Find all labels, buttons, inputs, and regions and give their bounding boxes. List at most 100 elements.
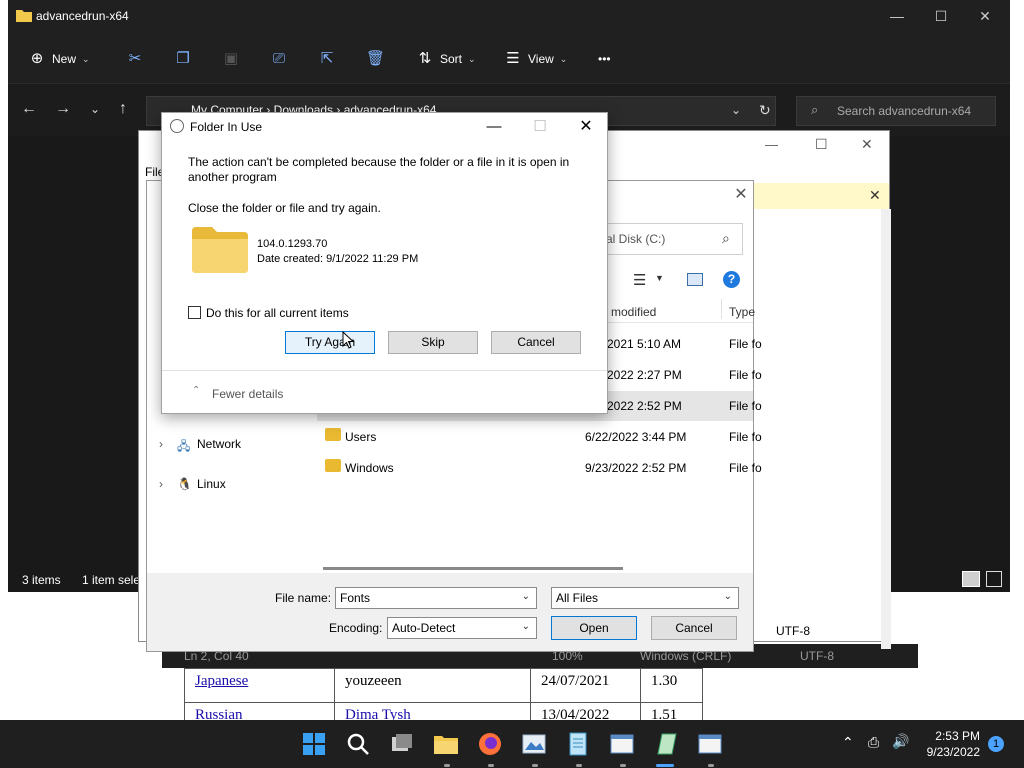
share-button[interactable]: ⇱ [318, 46, 336, 72]
tree-item-network[interactable]: › 🖧 Network [155, 433, 305, 457]
sort-icon: ⇅ [418, 50, 432, 67]
apply-all-label: Do this for all current items [206, 306, 349, 320]
divider [162, 370, 607, 371]
encoding-label: Encoding: [329, 621, 383, 635]
view-label: View [528, 52, 554, 66]
sort-button[interactable]: ⇅ Sort ⌄ [416, 46, 476, 72]
folder-name: 104.0.1293.70 [257, 238, 328, 250]
image-viewer-icon[interactable] [518, 728, 550, 760]
notification-badge[interactable]: 1 [988, 736, 1004, 752]
maximize-button[interactable]: ☐ [815, 136, 828, 153]
column-divider [721, 299, 722, 319]
filename-label: File name: [275, 591, 332, 605]
windows-start-icon[interactable] [298, 728, 330, 760]
tiles-view-icon[interactable] [986, 571, 1002, 587]
cut-button[interactable]: ✂ [126, 46, 144, 72]
chevron-up-icon[interactable]: ⌃ [842, 734, 854, 751]
list-item[interactable]: Windows 9/23/2022 2:52 PM File fo [321, 453, 762, 483]
encoding-select[interactable]: Auto-Detect ⌄ [387, 617, 537, 639]
rename-icon: ⎚ [272, 50, 285, 67]
help-icon[interactable]: ? [723, 271, 740, 288]
sort-label: Sort [440, 52, 463, 66]
copy-button[interactable]: ❐ [174, 46, 192, 72]
minimize-button[interactable]: — [482, 117, 506, 137]
volume-icon[interactable]: 🔊 [892, 733, 909, 750]
folder-icon [325, 459, 341, 472]
new-button[interactable]: ⊕ New ⌄ [28, 46, 90, 72]
apply-all-checkbox[interactable] [188, 306, 201, 319]
network-icon[interactable]: ⎙ [868, 734, 879, 751]
folder-date-created: Date created: 9/1/2022 11:29 PM [257, 253, 419, 265]
dialog-title: Folder In Use [190, 120, 263, 134]
paste-button[interactable]: ▣ [222, 46, 240, 72]
text-editor-icon[interactable] [606, 728, 638, 760]
column-type[interactable]: Type [729, 305, 755, 319]
notepad-icon[interactable] [562, 728, 594, 760]
preview-pane-icon[interactable] [687, 273, 703, 286]
back-button[interactable]: ← [18, 98, 40, 120]
close-button[interactable]: ✕ [861, 136, 873, 153]
file-explorer-icon[interactable] [430, 728, 462, 760]
skip-button[interactable]: Skip [388, 331, 478, 354]
chevron-down-icon: ⌄ [468, 54, 476, 64]
new-label: New [52, 52, 77, 66]
item-type: File fo [729, 368, 762, 382]
chevron-down-icon: ⌄ [521, 621, 530, 632]
tree-label: Network [197, 437, 242, 451]
scissors-icon: ✂ [128, 50, 142, 67]
running-indicator [444, 764, 450, 767]
chevron-down-icon[interactable]: ⌄ [731, 103, 741, 117]
vertical-scrollbar[interactable] [881, 209, 891, 649]
window-title: advancedrun-x64 [36, 9, 129, 23]
folder-icon [192, 227, 248, 273]
language-link[interactable]: Japanese [195, 673, 248, 689]
close-icon[interactable]: ✕ [869, 187, 881, 204]
cancel-button[interactable]: Cancel [491, 331, 581, 354]
filename-input[interactable]: Fonts ⌄ [335, 587, 537, 609]
forward-button[interactable]: → [52, 98, 74, 120]
chevron-up-icon[interactable]: ⌃ [192, 385, 200, 396]
minimize-button[interactable]: — [765, 137, 778, 152]
recent-locations-button[interactable]: ⌄ [84, 98, 106, 120]
clock-time[interactable]: 2:53 PM [928, 729, 980, 743]
item-date: 2022 2:27 PM [607, 368, 682, 382]
more-button[interactable]: ••• [598, 46, 611, 72]
chevron-down-icon[interactable]: ▼ [655, 273, 664, 283]
close-icon[interactable]: ✕ [733, 187, 749, 203]
maximize-button[interactable]: ☐ [930, 6, 952, 26]
tree-item-linux[interactable]: › 🐧 Linux [155, 473, 305, 497]
task-view-icon[interactable] [386, 728, 418, 760]
cancel-button[interactable]: Cancel [651, 616, 737, 640]
fewer-details-toggle[interactable]: Fewer details [212, 387, 283, 401]
view-button[interactable]: ☰ View ⌄ [504, 46, 567, 72]
firefox-icon[interactable] [474, 728, 506, 760]
close-button[interactable]: ✕ [574, 117, 598, 137]
details-view-icon[interactable] [962, 571, 980, 587]
horizontal-scrollbar[interactable] [323, 567, 623, 570]
chevron-right-icon: › [159, 437, 163, 451]
network-icon: 🖧 [177, 439, 191, 453]
delete-button[interactable]: 🗑 [366, 46, 385, 72]
view-menu-icon[interactable]: ☰ [633, 271, 646, 289]
encoding-value: Auto-Detect [392, 621, 456, 635]
try-again-button[interactable]: Try Again [285, 331, 375, 354]
search-icon[interactable] [342, 728, 374, 760]
notepad-plus-icon[interactable] [650, 728, 682, 760]
item-type: File fo [729, 399, 762, 413]
refresh-icon[interactable]: ↻ [759, 102, 771, 119]
file-type-select[interactable]: All Files ⌄ [551, 587, 739, 609]
close-button[interactable]: ✕ [974, 6, 996, 26]
dialog-search-box[interactable]: al Disk (C:) ⌕ [593, 223, 743, 255]
chevron-down-icon[interactable]: ⌄ [522, 591, 530, 602]
list-item[interactable]: Users 6/22/2022 3:44 PM File fo [321, 422, 762, 452]
clock-date[interactable]: 9/23/2022 [912, 745, 980, 759]
minimize-button[interactable]: — [886, 6, 908, 26]
up-button[interactable]: ↑ [112, 98, 134, 120]
search-box[interactable]: ⌕ Search advancedrun-x64 [796, 96, 996, 126]
active-indicator [656, 764, 674, 767]
rename-button[interactable]: ⎚ [270, 46, 288, 72]
column-date-modified[interactable]: modified [611, 305, 656, 319]
notification-bar: ✕ [751, 183, 889, 209]
app-window-icon[interactable] [694, 728, 726, 760]
open-button[interactable]: Open [551, 616, 637, 640]
